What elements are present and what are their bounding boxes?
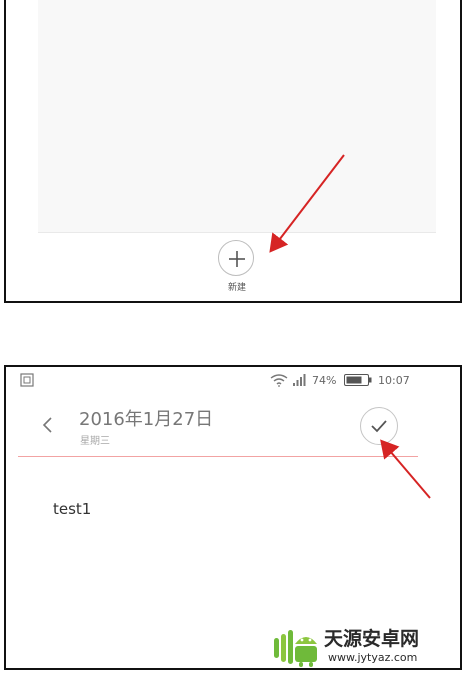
new-note-label: 新建: [227, 283, 246, 293]
battery-percent: 74%: [312, 374, 337, 387]
plus-icon: [229, 251, 245, 267]
android-logo-icon: [274, 630, 317, 667]
site-watermark: 天源安卓网 www.jytyaz.com: [272, 620, 462, 674]
notes-list-area: [38, 0, 436, 232]
signal-icon: [293, 374, 306, 386]
screenshot-stage: 新建 74% 10:07 2016年1月27日 星期三 test1 天源安卓网 …: [0, 0, 465, 674]
watermark-title: 天源安卓网: [324, 628, 420, 650]
title-divider: [18, 456, 418, 457]
bottom-bar-divider: [38, 232, 436, 233]
confirm-save-button[interactable]: [360, 407, 398, 445]
status-time: 10:07: [378, 374, 410, 387]
note-body-text[interactable]: test1: [53, 500, 91, 518]
chevron-left-icon[interactable]: [40, 413, 56, 437]
check-icon: [371, 420, 387, 433]
status-bar: 74% 10:07: [6, 367, 460, 393]
wifi-icon: [270, 374, 288, 387]
screenshot-icon: [20, 373, 34, 387]
notes-list-panel: 新建: [4, 0, 462, 303]
new-note-button[interactable]: [218, 240, 254, 276]
note-weekday: 星期三: [80, 436, 110, 447]
note-date-title: 2016年1月27日: [79, 409, 214, 430]
watermark-url: www.jytyaz.com: [328, 651, 418, 664]
battery-icon: [344, 374, 372, 386]
